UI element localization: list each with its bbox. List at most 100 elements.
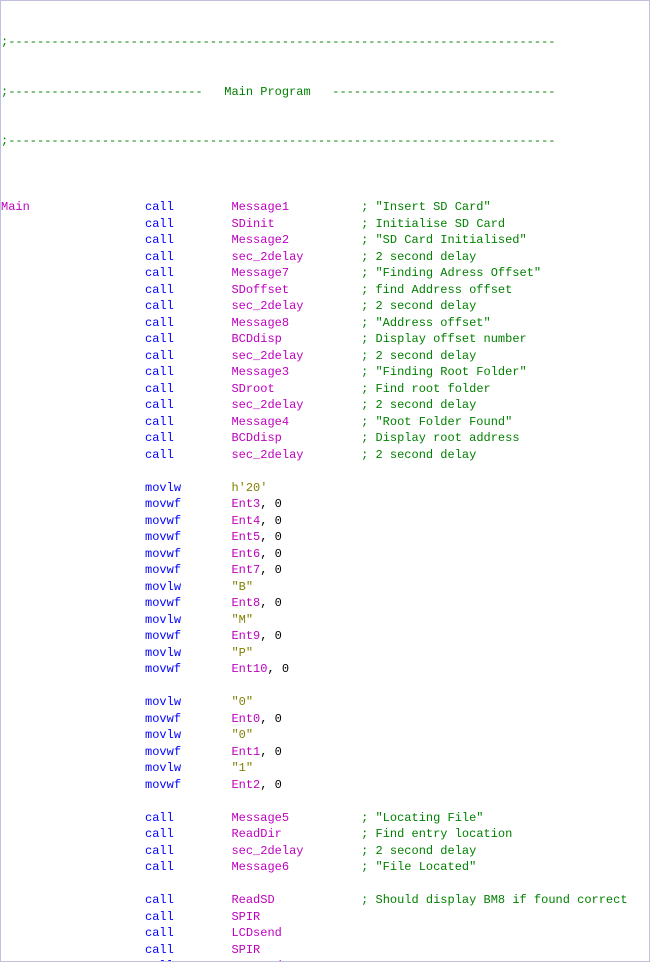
indent [1, 381, 145, 398]
indent [1, 282, 145, 299]
code-line [1, 463, 649, 480]
indent [1, 925, 145, 942]
opcode: call [145, 826, 231, 843]
code-line: call BCDdisp ; Display root address [1, 430, 649, 447]
opcode: call [145, 843, 231, 860]
indent [1, 645, 145, 662]
code-line: movwf Ent9, 0 [1, 628, 649, 645]
code-line [1, 876, 649, 893]
code-line: movwf Ent7, 0 [1, 562, 649, 579]
opcode: call [145, 430, 231, 447]
opcode: call [145, 414, 231, 431]
label-main: Main [1, 199, 145, 216]
header-rule-3: ;---------------------------------------… [1, 133, 556, 150]
operand: Ent9 [231, 628, 260, 645]
indent [1, 348, 145, 365]
comment: ; 2 second delay [361, 298, 476, 315]
indent [1, 694, 145, 711]
indent [1, 232, 145, 249]
indent [1, 777, 145, 794]
indent [1, 529, 145, 546]
opcode: movwf [145, 661, 231, 678]
opcode: call [145, 331, 231, 348]
code-line: call Message4 ; "Root Folder Found" [1, 414, 649, 431]
indent [1, 711, 145, 728]
operand: Ent2 [231, 777, 260, 794]
indent [1, 364, 145, 381]
comment: ; 2 second delay [361, 249, 476, 266]
operand: sec_2delay [231, 298, 303, 315]
code-line: call BCDdisp ; Display offset number [1, 331, 649, 348]
opcode: movwf [145, 546, 231, 563]
code-line: call SDinit ; Initialise SD Card [1, 216, 649, 233]
opcode: movwf [145, 744, 231, 761]
operand: Message2 [231, 232, 289, 249]
opcode: call [145, 298, 231, 315]
opcode: movwf [145, 628, 231, 645]
operand-tail: , 0 [260, 744, 282, 761]
code-line: Main call Message1 ; "Insert SD Card" [1, 199, 649, 216]
opcode: call [145, 364, 231, 381]
operand: "0" [231, 694, 253, 711]
code-line: movwf Ent5, 0 [1, 529, 649, 546]
code-line: call sec_2delay ; 2 second delay [1, 249, 649, 266]
operand: Message5 [231, 810, 289, 827]
indent [1, 496, 145, 513]
operand-tail: , 0 [260, 546, 282, 563]
operand: LCDsend [231, 925, 281, 942]
code-line: call SPIR [1, 942, 649, 959]
operand: sec_2delay [231, 348, 303, 365]
opcode: call [145, 942, 231, 959]
code-line: movwf Ent4, 0 [1, 513, 649, 530]
comment: ; "Insert SD Card" [361, 199, 491, 216]
indent [1, 579, 145, 596]
comment: ; "SD Card Initialised" [361, 232, 527, 249]
code-line: movlw h'20' [1, 480, 649, 497]
comment: ; 2 second delay [361, 447, 476, 464]
code-line: call ReadSD ; Should display BM8 if foun… [1, 892, 649, 909]
operand: "0" [231, 727, 253, 744]
opcode: call [145, 909, 231, 926]
operand: BCDdisp [231, 331, 281, 348]
opcode: movlw [145, 694, 231, 711]
operand: ReadDir [231, 826, 281, 843]
operand: Ent1 [231, 744, 260, 761]
comment: ; Find root folder [361, 381, 491, 398]
indent [1, 826, 145, 843]
opcode: call [145, 892, 231, 909]
indent [1, 727, 145, 744]
operand: sec_2delay [231, 249, 303, 266]
operand: Ent10 [231, 661, 267, 678]
opcode: movlw [145, 645, 231, 662]
indent [1, 909, 145, 926]
code-line: call sec_2delay ; 2 second delay [1, 843, 649, 860]
code-line [1, 678, 649, 695]
operand: SDroot [231, 381, 274, 398]
operand: BCDdisp [231, 430, 281, 447]
operand: Message8 [231, 315, 289, 332]
code-line: movlw "1" [1, 760, 649, 777]
operand: sec_2delay [231, 843, 303, 860]
operand: ReadSD [231, 892, 274, 909]
operand: "P" [231, 645, 253, 662]
operand: Ent4 [231, 513, 260, 530]
opcode: call [145, 925, 231, 942]
operand-tail: , 0 [267, 661, 289, 678]
indent [1, 430, 145, 447]
opcode: call [145, 958, 231, 962]
operand-tail: , 0 [260, 711, 282, 728]
code-line: call ReadDir ; Find entry location [1, 826, 649, 843]
operand: Message1 [231, 199, 289, 216]
operand-tail: , 0 [260, 777, 282, 794]
code-line: movwf Ent6, 0 [1, 546, 649, 563]
comment: ; 2 second delay [361, 843, 476, 860]
operand: "M" [231, 612, 253, 629]
operand-tail: , 0 [260, 562, 282, 579]
header-rule-2-left: ;--------------------------- [1, 84, 224, 101]
opcode: call [145, 282, 231, 299]
indent [1, 397, 145, 414]
opcode: movwf [145, 496, 231, 513]
indent [1, 216, 145, 233]
operand: Message3 [231, 364, 289, 381]
comment: ; Initialise SD Card [361, 216, 505, 233]
